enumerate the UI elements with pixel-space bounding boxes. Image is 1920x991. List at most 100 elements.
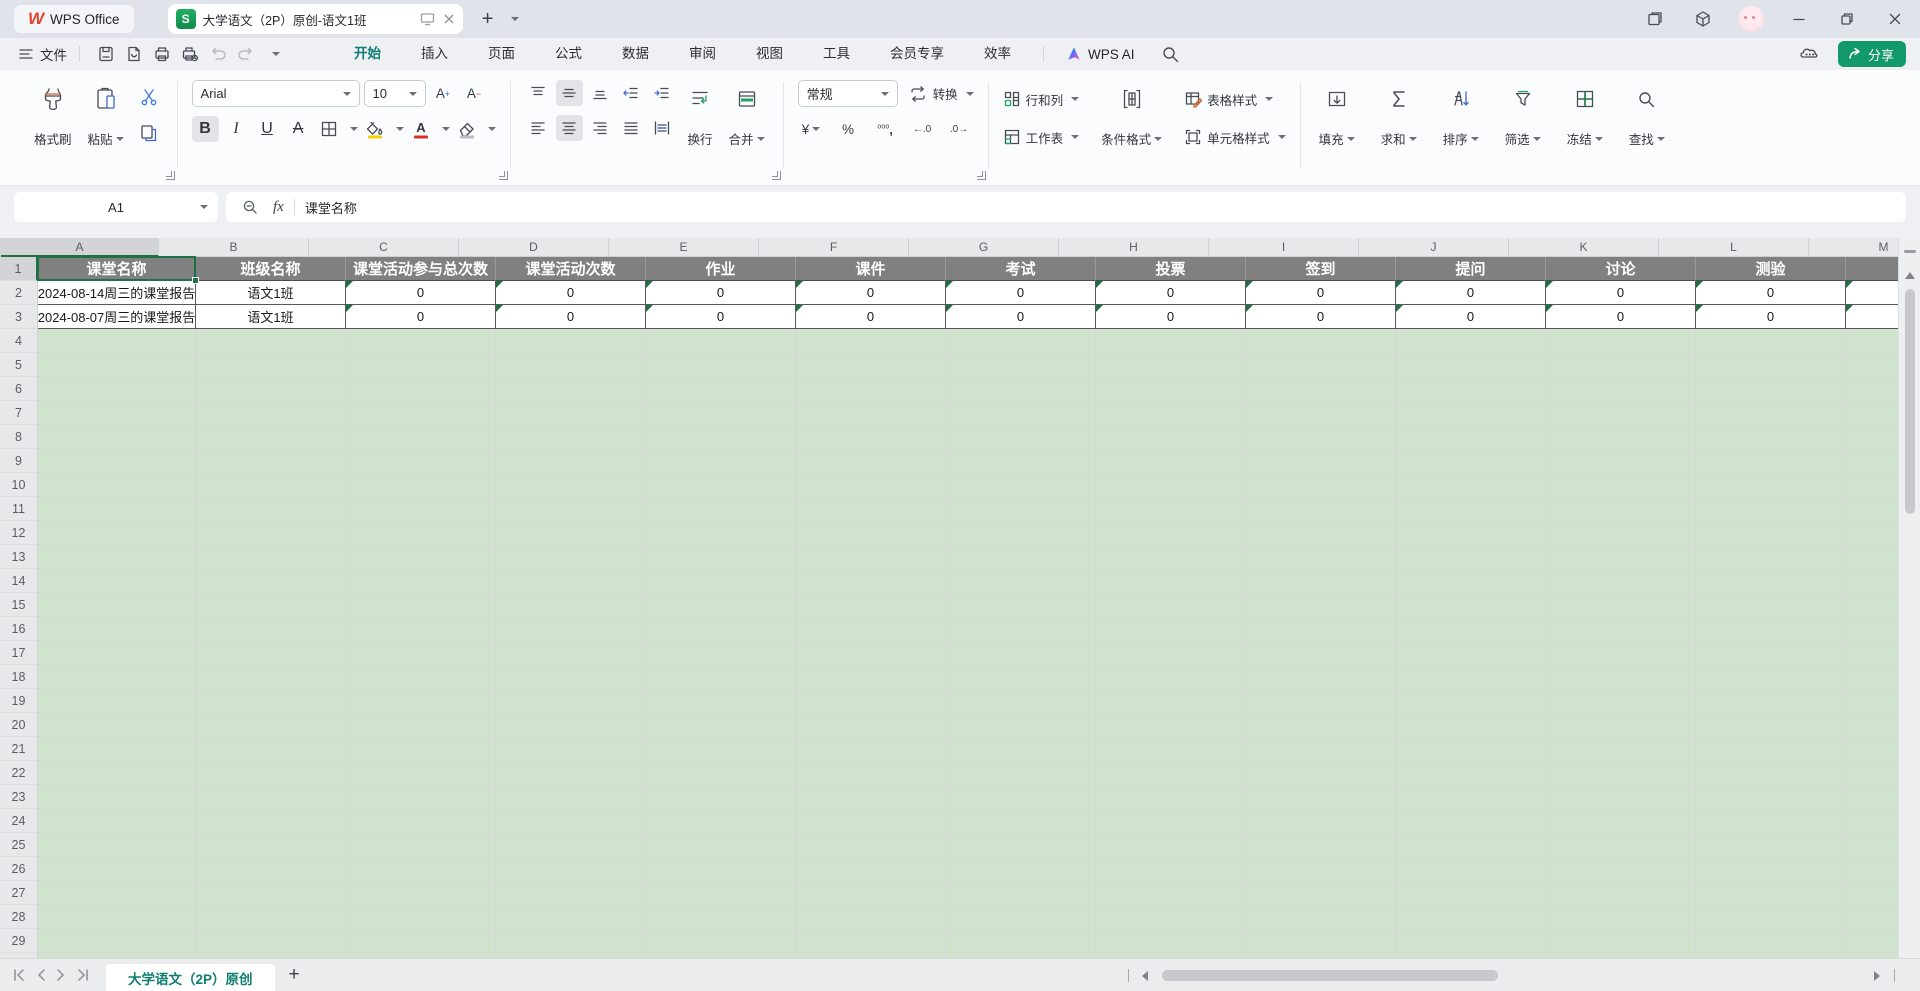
print-preview-icon[interactable] bbox=[176, 42, 204, 66]
cell-J10[interactable] bbox=[1396, 473, 1546, 497]
cell-F5[interactable] bbox=[796, 353, 946, 377]
cell-L8[interactable] bbox=[1696, 425, 1846, 449]
cell-J14[interactable] bbox=[1396, 569, 1546, 593]
name-box[interactable]: A1 bbox=[14, 192, 218, 222]
cell-L11[interactable] bbox=[1696, 497, 1846, 521]
cell-E12[interactable] bbox=[646, 521, 796, 545]
cell-I21[interactable] bbox=[1246, 737, 1396, 761]
cell-A21[interactable] bbox=[38, 737, 196, 761]
save-icon[interactable] bbox=[92, 42, 120, 66]
cell-D6[interactable] bbox=[496, 377, 646, 401]
cell-H19[interactable] bbox=[1096, 689, 1246, 713]
cell-D13[interactable] bbox=[496, 545, 646, 569]
cell-K27[interactable] bbox=[1546, 881, 1696, 905]
cell-M12[interactable] bbox=[1846, 521, 1898, 545]
increase-font-icon[interactable]: A+ bbox=[430, 81, 457, 107]
cell-C4[interactable] bbox=[346, 329, 496, 353]
cell-L13[interactable] bbox=[1696, 545, 1846, 569]
scroll-left-icon[interactable] bbox=[1137, 971, 1148, 981]
table-style-button[interactable]: 表格样式 bbox=[1184, 86, 1286, 112]
cell-A19[interactable] bbox=[38, 689, 196, 713]
cell-F1[interactable]: 课件 bbox=[796, 257, 946, 281]
cell-B18[interactable] bbox=[196, 665, 346, 689]
cell-D25[interactable] bbox=[496, 833, 646, 857]
cell-G16[interactable] bbox=[946, 617, 1096, 641]
cell-D4[interactable] bbox=[496, 329, 646, 353]
cell-G7[interactable] bbox=[946, 401, 1096, 425]
cell-M3[interactable] bbox=[1846, 305, 1898, 329]
clipboard-expand-icon[interactable] bbox=[166, 171, 175, 180]
cell-M23[interactable] bbox=[1846, 785, 1898, 809]
row-header-19[interactable]: 19 bbox=[0, 689, 38, 713]
cell-I3[interactable]: 0 bbox=[1246, 305, 1396, 329]
cell-D27[interactable] bbox=[496, 881, 646, 905]
cell-I18[interactable] bbox=[1246, 665, 1396, 689]
cell-K23[interactable] bbox=[1546, 785, 1696, 809]
cell-H11[interactable] bbox=[1096, 497, 1246, 521]
cell-K11[interactable] bbox=[1546, 497, 1696, 521]
cell-H1[interactable]: 投票 bbox=[1096, 257, 1246, 281]
column-header-B[interactable]: B bbox=[159, 238, 309, 257]
column-header-F[interactable]: F bbox=[759, 238, 909, 257]
cell-J8[interactable] bbox=[1396, 425, 1546, 449]
cell-G23[interactable] bbox=[946, 785, 1096, 809]
row-header-5[interactable]: 5 bbox=[0, 353, 38, 377]
share-button[interactable]: 分享 bbox=[1838, 41, 1906, 67]
cell-H5[interactable] bbox=[1096, 353, 1246, 377]
cell-G1[interactable]: 考试 bbox=[946, 257, 1096, 281]
cell-K28[interactable] bbox=[1546, 905, 1696, 929]
cell-E2[interactable]: 0 bbox=[646, 281, 796, 305]
cell-B17[interactable] bbox=[196, 641, 346, 665]
row-header-14[interactable]: 14 bbox=[0, 569, 38, 593]
cell-G25[interactable] bbox=[946, 833, 1096, 857]
cell-H18[interactable] bbox=[1096, 665, 1246, 689]
first-sheet-icon[interactable] bbox=[12, 969, 26, 981]
cell-F3[interactable]: 0 bbox=[796, 305, 946, 329]
cell-C22[interactable] bbox=[346, 761, 496, 785]
cell-J17[interactable] bbox=[1396, 641, 1546, 665]
cell-D19[interactable] bbox=[496, 689, 646, 713]
cell-I24[interactable] bbox=[1246, 809, 1396, 833]
cell-H22[interactable] bbox=[1096, 761, 1246, 785]
cell-D12[interactable] bbox=[496, 521, 646, 545]
cell-F23[interactable] bbox=[796, 785, 946, 809]
cell-C27[interactable] bbox=[346, 881, 496, 905]
cell-B27[interactable] bbox=[196, 881, 346, 905]
cell-D28[interactable] bbox=[496, 905, 646, 929]
column-header-J[interactable]: J bbox=[1359, 238, 1509, 257]
column-header-D[interactable]: D bbox=[459, 238, 609, 257]
row-header-29[interactable]: 29 bbox=[0, 929, 38, 953]
cell-D21[interactable] bbox=[496, 737, 646, 761]
paste-button[interactable]: 粘贴 bbox=[84, 80, 128, 152]
cell-H16[interactable] bbox=[1096, 617, 1246, 641]
cell-G29[interactable] bbox=[946, 929, 1096, 953]
cell-E28[interactable] bbox=[646, 905, 796, 929]
cell-L21[interactable] bbox=[1696, 737, 1846, 761]
decrease-font-icon[interactable]: A− bbox=[461, 81, 488, 107]
row-header-22[interactable]: 22 bbox=[0, 761, 38, 785]
cell-C15[interactable] bbox=[346, 593, 496, 617]
select-all-corner[interactable] bbox=[0, 238, 1, 257]
cell-F21[interactable] bbox=[796, 737, 946, 761]
cell-F24[interactable] bbox=[796, 809, 946, 833]
cell-G20[interactable] bbox=[946, 713, 1096, 737]
user-avatar[interactable] bbox=[1738, 6, 1764, 32]
cell-B21[interactable] bbox=[196, 737, 346, 761]
cell-C13[interactable] bbox=[346, 545, 496, 569]
undo-icon[interactable] bbox=[204, 42, 232, 66]
cell-A14[interactable] bbox=[38, 569, 196, 593]
row-header-12[interactable]: 12 bbox=[0, 521, 38, 545]
cell-A17[interactable] bbox=[38, 641, 196, 665]
cell-I11[interactable] bbox=[1246, 497, 1396, 521]
cell-G2[interactable]: 0 bbox=[946, 281, 1096, 305]
cell-E16[interactable] bbox=[646, 617, 796, 641]
cell-L4[interactable] bbox=[1696, 329, 1846, 353]
cell-B19[interactable] bbox=[196, 689, 346, 713]
cell-H17[interactable] bbox=[1096, 641, 1246, 665]
wrap-text-button[interactable]: 换行 bbox=[684, 80, 717, 152]
cell-L22[interactable] bbox=[1696, 761, 1846, 785]
cell-F2[interactable]: 0 bbox=[796, 281, 946, 305]
wps-ai-button[interactable]: WPS AI bbox=[1066, 46, 1135, 62]
cell-M21[interactable] bbox=[1846, 737, 1898, 761]
align-bottom-icon[interactable] bbox=[587, 80, 614, 106]
